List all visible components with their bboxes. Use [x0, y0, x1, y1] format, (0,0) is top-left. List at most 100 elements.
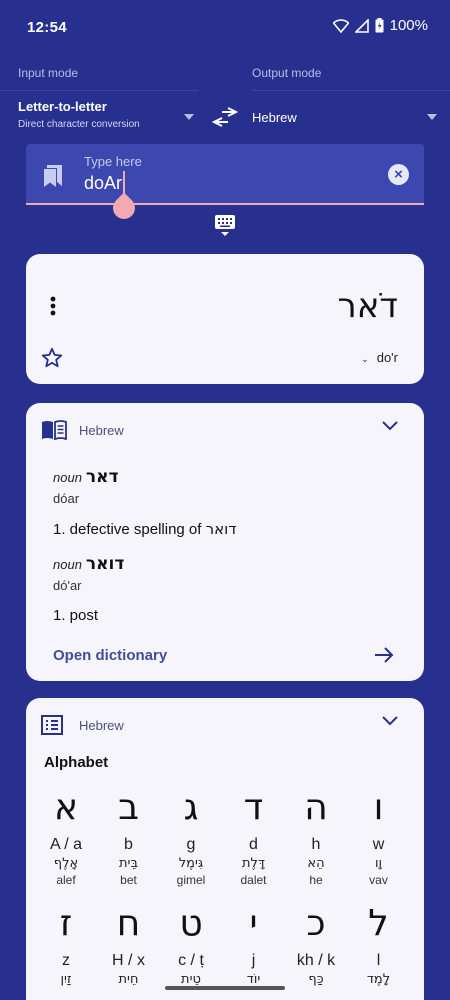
letter-name: gimel	[176, 873, 206, 887]
dropdown-arrow-icon[interactable]	[427, 114, 437, 120]
wifi-icon	[332, 18, 349, 33]
letter-name: dalet	[240, 873, 267, 887]
letter-hebrew-name: יוֹד	[246, 972, 261, 987]
letter-cell[interactable]: ו w וָו vav	[347, 786, 411, 887]
letter-cell[interactable]: כ kh / k כַּף	[284, 902, 348, 989]
letter-glyph: ג	[183, 787, 199, 828]
letter-glyph: א	[53, 787, 79, 828]
input-mode-value: Letter-to-letter	[18, 99, 107, 114]
chevron-down-icon[interactable]	[382, 716, 398, 726]
letter-glyph: ז	[59, 903, 73, 944]
letter-cell[interactable]: ח H / x חֵית	[97, 902, 161, 989]
letter-name: he	[309, 873, 323, 887]
letter-hebrew-name: דָּלֶת	[241, 856, 266, 871]
letter-hebrew-name: טֵית	[181, 972, 201, 987]
bookmarks-icon[interactable]	[42, 164, 64, 188]
letter-cell[interactable]: ז z זַיִן	[34, 902, 98, 989]
letter-name: bet	[120, 873, 137, 887]
mode-selectors: Input mode Output mode Letter-to-letter …	[0, 54, 450, 140]
book-icon	[42, 420, 67, 440]
divider	[252, 90, 450, 91]
letter-name: alef	[56, 873, 76, 887]
letter-latin: j	[251, 952, 256, 969]
letter-latin: l	[376, 952, 381, 969]
letter-hebrew-name: זַיִן	[60, 972, 72, 987]
letter-hebrew-name: הֵא	[307, 856, 325, 871]
open-dictionary-button[interactable]: Open dictionary	[53, 647, 167, 664]
battery-icon	[375, 18, 384, 33]
letter-cell[interactable]: א A / a אָלֶף alef	[34, 786, 98, 887]
input-mode-dropdown[interactable]: Letter-to-letter Direct character conver…	[18, 99, 203, 130]
letter-cell[interactable]: ד d דָּלֶת dalet	[222, 786, 286, 887]
letter-latin: d	[249, 836, 258, 853]
letter-glyph: כ	[306, 903, 326, 944]
letter-hebrew-name: כַּף	[308, 972, 324, 987]
status-bar: 12:54 100%	[0, 0, 450, 54]
input-hint: Type here	[84, 154, 142, 169]
letter-hebrew-name: אָלֶף	[53, 856, 79, 871]
entry-pronunciation: dó'ar	[53, 578, 82, 593]
letter-latin: g	[186, 836, 196, 853]
entry-pronunciation: dóar	[53, 491, 80, 506]
entry-pos: noun	[53, 470, 82, 485]
cursor-handle[interactable]	[108, 192, 140, 224]
list-icon	[41, 715, 63, 735]
signal-icon	[354, 18, 369, 33]
letter-glyph: ה	[304, 787, 328, 828]
swap-icon[interactable]	[212, 106, 238, 128]
letter-latin: h	[311, 836, 321, 853]
letter-glyph: ט	[179, 903, 203, 944]
letter-latin: kh / k	[296, 952, 336, 969]
keyboard-icon[interactable]	[214, 214, 236, 238]
result-text: דֹאר	[337, 286, 398, 326]
letter-cell[interactable]: ה h הֵא he	[284, 786, 348, 887]
transliteration-text: do'r	[376, 350, 398, 365]
dictionary-entry: noun דאר dóar 1. defective spelling of דו…	[53, 467, 236, 538]
dropdown-arrow-icon[interactable]	[184, 114, 194, 120]
letter-glyph: ד	[243, 787, 264, 828]
letter-cell[interactable]: ב b בֵּית bet	[97, 786, 161, 887]
letter-latin: H / x	[112, 952, 145, 969]
letter-cell[interactable]: ג g גִּימֶל gimel	[159, 786, 223, 887]
definition-link[interactable]: דואר	[206, 520, 237, 538]
letter-cell[interactable]: ט c / ṭ טֵית	[159, 902, 223, 989]
output-mode-dropdown[interactable]: Hebrew	[252, 110, 297, 125]
dictionary-language: Hebrew	[79, 423, 124, 438]
definition-text: 1. defective spelling of	[53, 521, 202, 538]
entry-pos: noun	[53, 557, 82, 572]
more-vert-icon[interactable]	[50, 296, 56, 316]
letter-latin: b	[124, 836, 133, 853]
home-indicator[interactable]	[165, 986, 285, 990]
letter-glyph: ו	[373, 787, 384, 828]
input-value[interactable]: doAr	[84, 173, 122, 194]
star-icon[interactable]	[41, 347, 63, 369]
dictionary-entry: noun דואר dó'ar 1. post	[53, 554, 124, 624]
letter-cell[interactable]: י j יוֹד	[222, 902, 286, 989]
transliteration-toggle[interactable]: ⌄ do'r	[361, 350, 398, 365]
letter-latin: z	[62, 952, 70, 969]
letter-hebrew-name: בֵּית	[119, 856, 138, 871]
letter-latin: c / ṭ	[178, 952, 204, 969]
letter-glyph: י	[249, 903, 258, 944]
alphabet-language: Hebrew	[79, 718, 124, 733]
letter-hebrew-name: וָו	[374, 856, 383, 871]
output-mode-label: Output mode	[252, 66, 322, 80]
letter-glyph: ל	[368, 903, 389, 944]
clear-icon[interactable]: ×	[388, 164, 409, 185]
entry-word: דואר	[85, 554, 125, 574]
chevron-down-icon: ⌄	[361, 354, 369, 364]
status-time: 12:54	[27, 19, 67, 36]
entry-definition: 1. post	[53, 607, 124, 624]
letter-name: vav	[369, 873, 388, 887]
chevron-down-icon[interactable]	[382, 421, 398, 431]
letter-hebrew-name: חֵית	[118, 972, 139, 987]
alphabet-card: Hebrew Alphabet א A / a אָלֶף alef ב b בֵּית be…	[26, 698, 424, 1000]
arrow-right-icon[interactable]	[374, 646, 394, 664]
input-mode-description: Direct character conversion	[18, 119, 140, 130]
dictionary-card: Hebrew noun דאר dóar 1. defective spellin…	[26, 403, 424, 681]
text-input-field[interactable]: Type here doAr ×	[26, 144, 424, 224]
letter-cell[interactable]: ל l לָמֶד	[347, 902, 411, 989]
status-icons: 100%	[332, 17, 428, 34]
entry-definition: 1. defective spelling of דואר	[53, 520, 236, 538]
letter-hebrew-name: גִּימֶל	[178, 856, 204, 871]
